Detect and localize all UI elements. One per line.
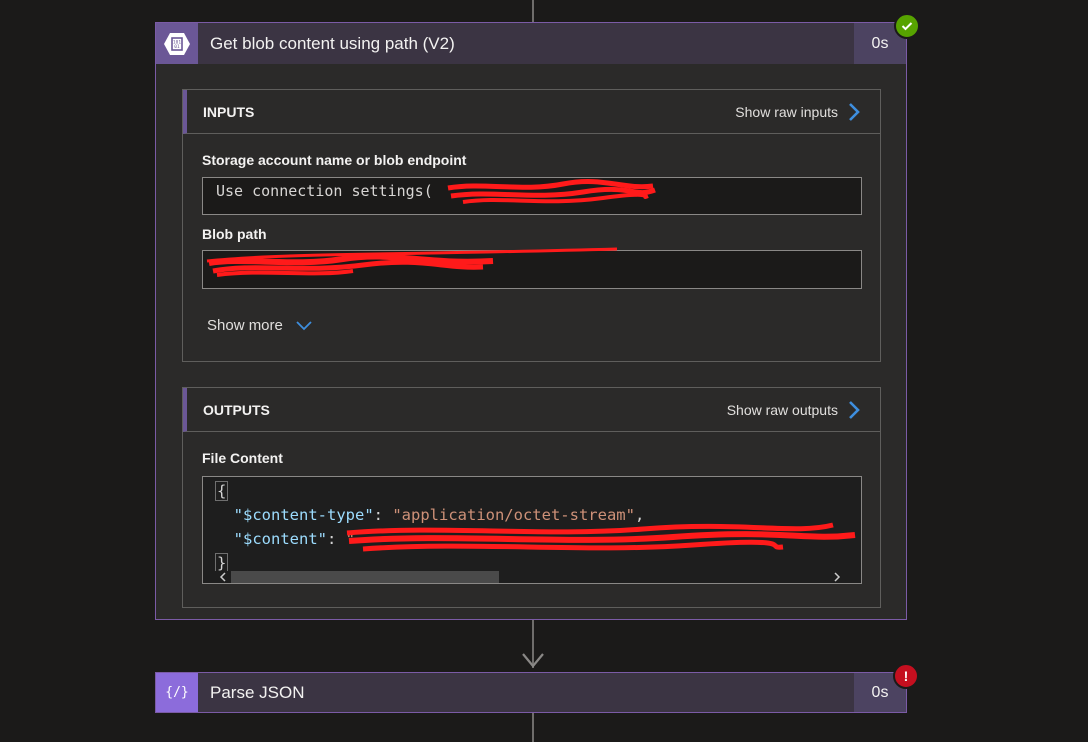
json-line-content: "$content": " (233, 530, 356, 548)
json-value-content: " (345, 530, 356, 548)
chevron-right-icon (849, 102, 860, 121)
json-key-content-type: "$content-type" (233, 506, 374, 524)
storage-account-field[interactable]: Use connection settings( (202, 177, 862, 215)
storage-account-label: Storage account name or blob endpoint (202, 152, 467, 168)
json-key-content: "$content" (233, 530, 327, 548)
outputs-section: OUTPUTS Show raw outputs File Content { … (182, 387, 881, 608)
show-raw-inputs-label: Show raw inputs (735, 103, 838, 120)
json-close-brace: } (215, 553, 229, 573)
svg-text:01: 01 (174, 44, 180, 50)
chevron-right-icon (849, 400, 860, 419)
flow-connector-bottom (532, 713, 534, 742)
blob-storage-icon: 101 01 (156, 23, 198, 64)
show-raw-outputs-label: Show raw outputs (726, 401, 838, 418)
outputs-heading: OUTPUTS (203, 401, 270, 418)
blob-path-field[interactable] (202, 247, 862, 289)
file-content-label: File Content (202, 450, 283, 466)
show-raw-inputs-link[interactable]: Show raw inputs (735, 102, 860, 122)
inputs-heading: INPUTS (203, 103, 255, 120)
error-status-icon: ! (893, 663, 919, 689)
action-title: Parse JSON (210, 682, 305, 702)
redaction-scribble (346, 522, 856, 552)
show-more-button[interactable]: Show more (207, 317, 313, 334)
action-card-parse-json[interactable]: {/} Parse JSON 0s (155, 672, 907, 713)
storage-account-value: Use connection settings( (216, 182, 433, 200)
scrollbar-thumb[interactable] (231, 571, 499, 583)
json-open-brace: { (215, 481, 229, 501)
inputs-section-header: INPUTS Show raw inputs (183, 90, 880, 134)
json-line-content-type: "$content-type": "application/octet-stre… (233, 506, 645, 524)
scroll-left-icon[interactable] (219, 572, 227, 582)
horizontal-scrollbar[interactable] (203, 571, 861, 583)
outputs-section-header: OUTPUTS Show raw outputs (183, 388, 880, 432)
redaction-scribble (447, 179, 656, 204)
action-header-get-blob[interactable]: 101 01 Get blob content using path (V2) … (156, 23, 906, 64)
scroll-right-icon[interactable] (833, 572, 841, 582)
redaction-scribble (206, 247, 618, 277)
inputs-section: INPUTS Show raw inputs Storage account n… (182, 89, 881, 362)
parse-json-icon: {/} (156, 673, 198, 712)
show-raw-outputs-link[interactable]: Show raw outputs (727, 400, 860, 420)
json-value-content-type: "application/octet-stream" (392, 506, 635, 524)
blob-path-label: Blob path (202, 226, 267, 242)
file-content-viewer[interactable]: { "$content-type": "application/octet-st… (202, 476, 862, 584)
show-more-label: Show more (207, 317, 283, 334)
json-line-open: { (215, 479, 229, 503)
flow-connector-top (532, 0, 534, 22)
success-status-icon (894, 13, 920, 39)
flow-arrow-icon (522, 653, 544, 668)
action-title: Get blob content using path (V2) (210, 33, 455, 53)
action-card-get-blob: 101 01 Get blob content using path (V2) … (155, 22, 907, 620)
chevron-down-icon (296, 320, 312, 330)
